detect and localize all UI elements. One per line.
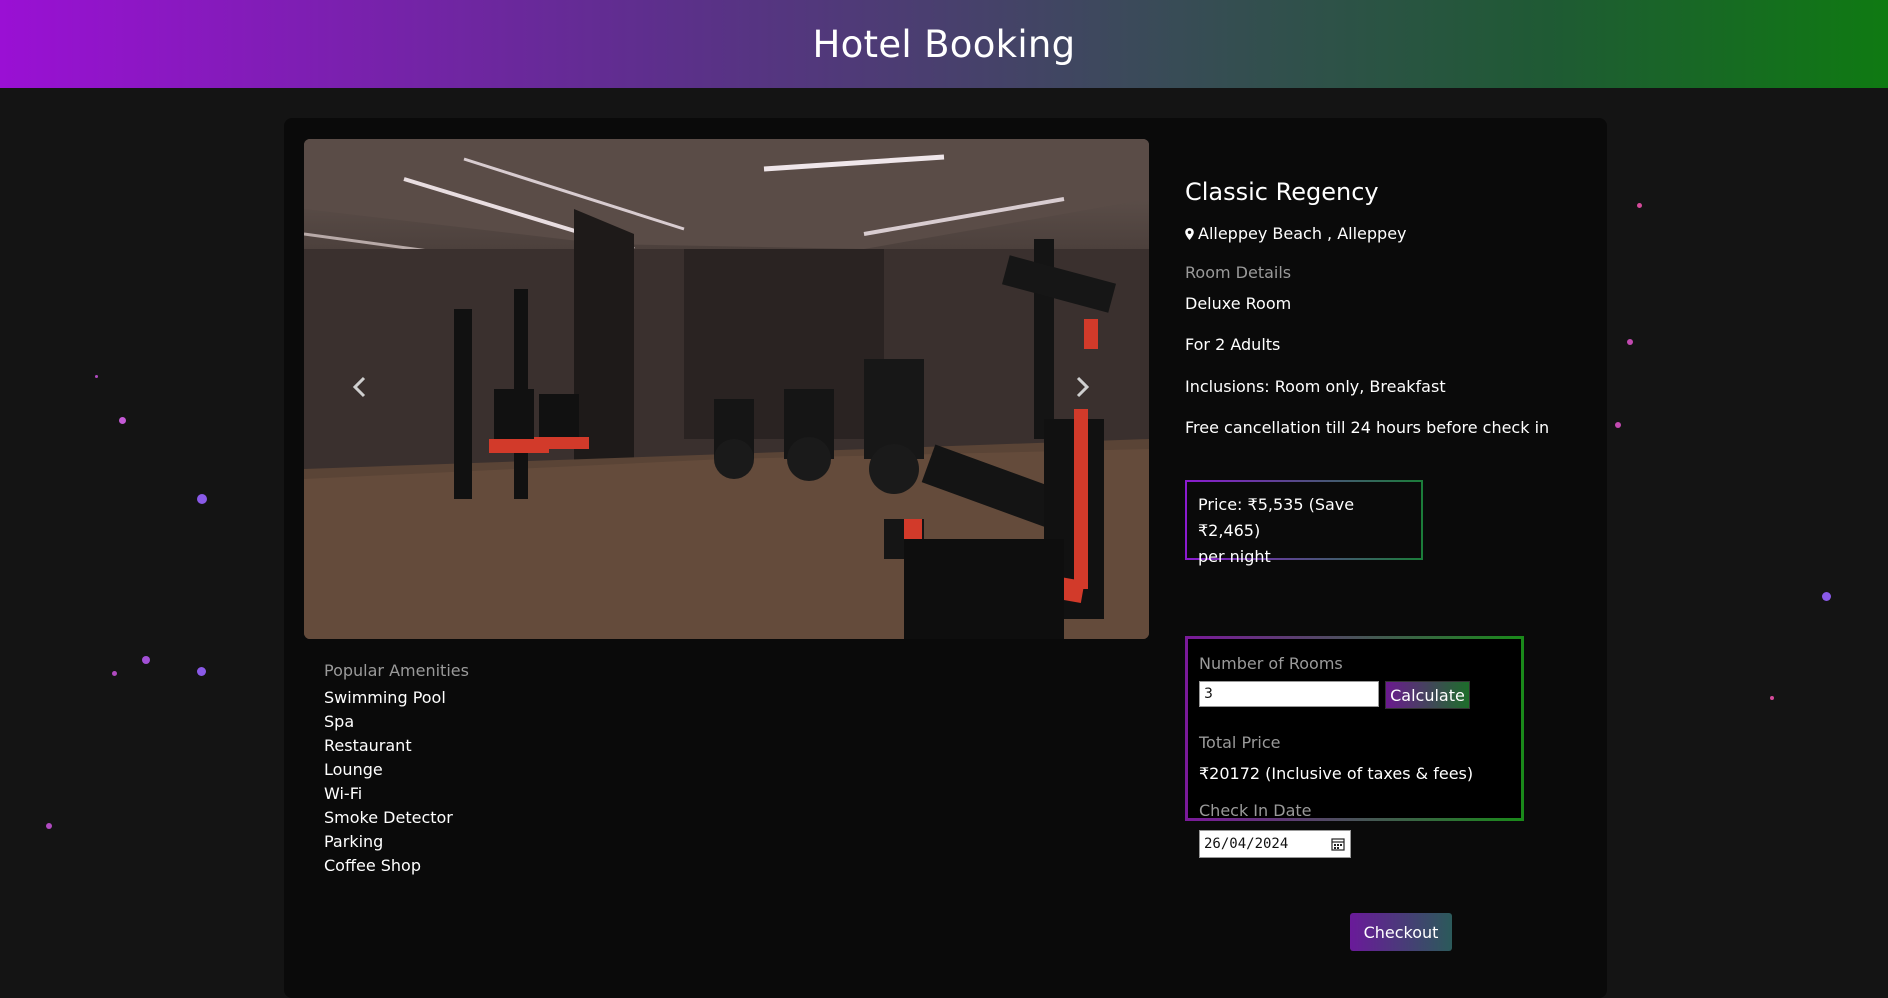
particle	[1615, 422, 1621, 428]
checkin-date-input[interactable]: 26/04/2024	[1199, 830, 1351, 858]
amenity-item: Coffee Shop	[324, 856, 421, 875]
calendar-icon[interactable]	[1331, 837, 1345, 851]
particle	[95, 375, 98, 378]
calculate-button[interactable]: Calculate	[1385, 681, 1470, 709]
carousel-next-arrow[interactable]	[1076, 367, 1100, 407]
chevron-left-icon	[352, 376, 366, 398]
particle	[1770, 696, 1774, 700]
rooms-input[interactable]	[1199, 681, 1379, 707]
particle	[119, 417, 126, 424]
particle	[197, 494, 207, 504]
carousel-prev-arrow[interactable]	[352, 367, 376, 407]
booking-calculator: Number of Rooms Calculate Total Price ₹2…	[1185, 636, 1524, 858]
booking-card: Popular Amenities Swimming Pool Spa Rest…	[284, 118, 1607, 998]
room-type: Deluxe Room	[1185, 294, 1292, 313]
particle	[1627, 339, 1633, 345]
room-inclusions: Inclusions: Room only, Breakfast	[1185, 377, 1446, 396]
amenity-item: Spa	[324, 712, 355, 731]
amenity-item: Wi-Fi	[324, 784, 363, 803]
checkin-date-value: 26/04/2024	[1204, 836, 1289, 852]
particle	[1822, 592, 1831, 601]
particle	[112, 671, 117, 676]
price-box: Price: ₹5,535 (Save ₹2,465) per night	[1185, 480, 1423, 566]
particle	[197, 667, 206, 676]
amenity-item: Lounge	[324, 760, 383, 779]
amenities-section: Popular Amenities Swimming Pool Spa Rest…	[324, 661, 469, 878]
map-marker-icon	[1185, 228, 1194, 240]
amenity-item: Restaurant	[324, 736, 412, 755]
rooms-label: Number of Rooms	[1199, 654, 1343, 673]
cancellation-policy: Free cancellation till 24 hours before c…	[1185, 418, 1550, 437]
checkin-label: Check In Date	[1199, 801, 1312, 820]
page-title: Hotel Booking	[812, 22, 1076, 66]
amenities-title: Popular Amenities	[324, 661, 469, 680]
amenities-list: Swimming Pool Spa Restaurant Lounge Wi-F…	[324, 686, 469, 878]
amenity-item: Parking	[324, 832, 384, 851]
gym-photo	[304, 139, 1149, 639]
total-price-label: Total Price	[1199, 733, 1281, 752]
particle	[1637, 203, 1642, 208]
particle	[46, 823, 52, 829]
chevron-right-icon	[1076, 376, 1090, 398]
total-price-value: ₹20172 (Inclusive of taxes & fees)	[1199, 764, 1474, 783]
room-occupancy: For 2 Adults	[1185, 335, 1281, 354]
amenity-item: Smoke Detector	[324, 808, 453, 827]
amenity-item: Swimming Pool	[324, 688, 446, 707]
header-bar: Hotel Booking	[0, 0, 1888, 88]
hotel-location: Alleppey Beach , Alleppey	[1185, 224, 1407, 243]
hotel-photo-carousel[interactable]	[304, 139, 1149, 639]
particle	[142, 656, 150, 664]
location-text: Alleppey Beach , Alleppey	[1198, 224, 1407, 243]
price-unit: per night	[1198, 547, 1271, 566]
room-details-title: Room Details	[1185, 263, 1292, 282]
checkout-button[interactable]: Checkout	[1350, 913, 1452, 951]
hotel-name: Classic Regency	[1185, 178, 1379, 206]
price-value: Price: ₹5,535 (Save ₹2,465)	[1198, 495, 1355, 540]
